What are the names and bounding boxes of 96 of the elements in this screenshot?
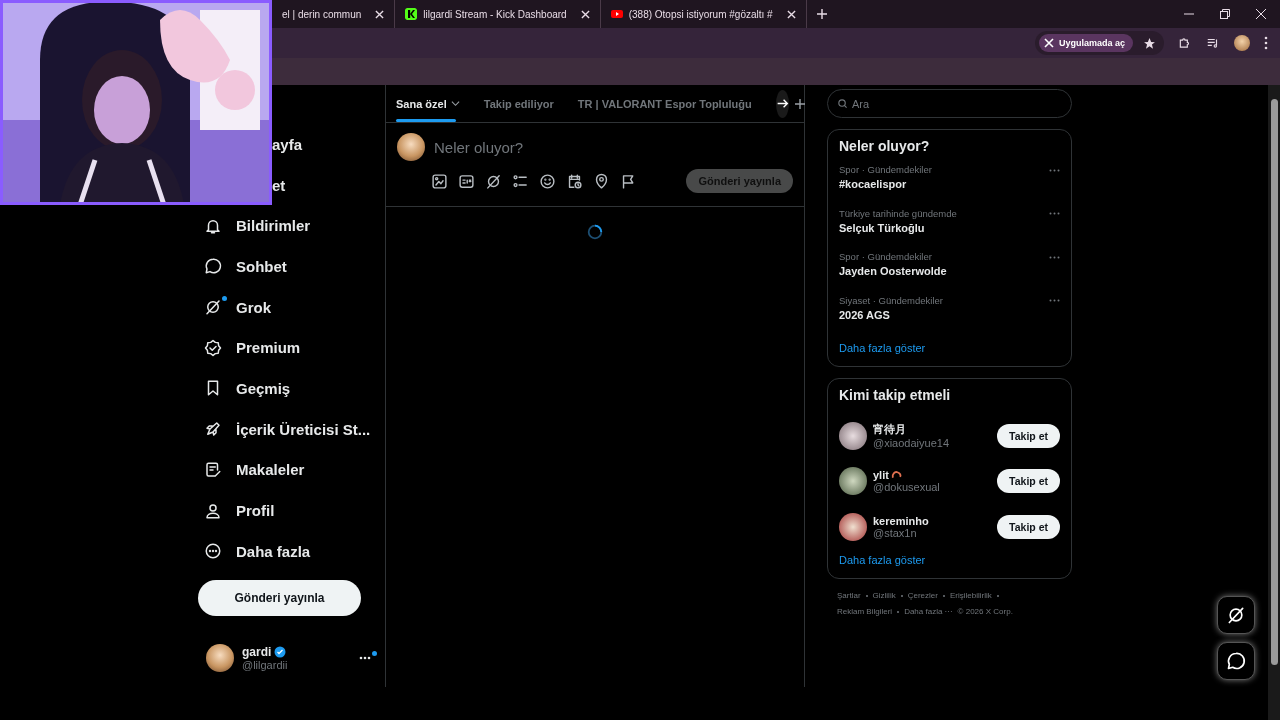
footer-link[interactable]: Gizlilik [872, 590, 903, 600]
footer-link[interactable]: Şartlar [837, 590, 868, 600]
user-name[interactable]: 宵待月 [873, 422, 906, 438]
account-name: gardi [242, 644, 272, 659]
feed-tab[interactable]: TR | VALORANT Espor Topluluğu [577, 85, 764, 122]
star-icon[interactable] [1143, 36, 1156, 50]
gif-icon [458, 172, 475, 190]
follow-button[interactable]: Takip et [997, 514, 1060, 539]
restore-icon[interactable] [1220, 9, 1230, 19]
close-icon[interactable] [580, 9, 590, 19]
nav-item[interactable]: Bildirimler [198, 205, 385, 247]
notification-dot [222, 295, 227, 301]
trend-topic[interactable]: Selçuk Türkoğlu [839, 221, 957, 234]
search-icon [837, 98, 848, 109]
close-icon[interactable] [1256, 9, 1266, 19]
more-icon [359, 655, 371, 660]
grok-button[interactable] [1217, 596, 1255, 634]
avatar [839, 421, 867, 450]
nav-item[interactable]: Grok [198, 286, 385, 328]
user-name[interactable]: kereminho [873, 514, 929, 527]
media-control-icon[interactable] [1206, 36, 1220, 50]
menu-icon[interactable] [1264, 36, 1268, 50]
show-more-link[interactable]: Daha fazla göster [839, 342, 926, 354]
trend-context: Türkiye tarihinde gündemde [839, 207, 957, 219]
nav-item[interactable]: İçerik Üreticisi St... [198, 408, 385, 450]
rocket-icon [204, 420, 222, 439]
feed-tab[interactable]: Sana özel [396, 85, 472, 122]
chevron-down-icon [450, 99, 460, 108]
kick-icon [405, 8, 418, 20]
profile-avatar[interactable] [1234, 35, 1250, 51]
follow-button[interactable]: Takip et [997, 423, 1060, 448]
avatar [397, 133, 425, 161]
scroll-right-button[interactable] [775, 89, 789, 118]
more-circle-icon [204, 542, 222, 561]
badge-check-icon [204, 338, 222, 357]
feed-tab[interactable]: Takip ediliyor [483, 85, 566, 122]
location-pin-icon [593, 172, 610, 190]
avatar [839, 467, 867, 496]
trend-context: Spor · Gündemdekiler [839, 251, 933, 262]
avatar [839, 512, 867, 541]
smiley-icon [539, 172, 556, 190]
nav-item[interactable]: Daha fazla [198, 530, 385, 572]
chat-bubble-icon [204, 257, 222, 276]
slashed-circle-icon [1226, 605, 1246, 625]
user-handle: @xiaodaiyue14 [873, 437, 949, 450]
card-title: Kimi takip etmeli [839, 387, 952, 403]
list-icon [512, 172, 529, 190]
nav-item[interactable]: et [272, 164, 292, 206]
trend-topic[interactable]: 2026 AGS [839, 308, 944, 321]
plus-icon [794, 98, 805, 109]
user-handle: @dokusexual [873, 481, 940, 494]
calendar-clock-icon [566, 172, 583, 190]
x-icon [1042, 37, 1055, 49]
nav-item[interactable]: Profil [198, 490, 385, 531]
post-button[interactable]: Gönderi yayınla [198, 579, 361, 616]
trend-topic[interactable]: #kocaelispor [839, 178, 932, 190]
account-handle: @lilgardii [242, 658, 288, 671]
slashed-circle-icon [485, 172, 502, 190]
close-icon[interactable] [786, 9, 796, 19]
search-field[interactable]: Ara [827, 89, 1072, 118]
user-name[interactable]: ylit [873, 469, 889, 482]
scrollbar[interactable] [1268, 85, 1280, 720]
puzzle-icon[interactable] [1178, 36, 1192, 50]
nav-item[interactable]: Sohbet [198, 246, 385, 287]
footer-link[interactable]: Çerezler [907, 590, 945, 600]
follow-button[interactable]: Takip et [997, 469, 1060, 494]
close-icon[interactable] [375, 9, 385, 19]
document-pen-icon [204, 460, 222, 479]
card-title: Neler oluyor? [839, 138, 931, 154]
trend-topic[interactable]: Jayden Oosterwolde [839, 265, 947, 277]
image-icon [431, 172, 448, 190]
play-icon [610, 8, 623, 20]
more-icon [1049, 168, 1060, 172]
nav-item[interactable]: ayfa [272, 124, 309, 165]
person-icon [204, 501, 222, 520]
trend-context: Siyaset · Gündemdekiler [839, 294, 944, 306]
more-icon [1049, 212, 1060, 215]
trend-context: Spor · Gündemdekiler [839, 164, 932, 175]
footer-link[interactable]: Erişilebilirlik [949, 590, 999, 600]
user-handle: @stax1n [873, 526, 918, 539]
arrow-right-icon [775, 97, 789, 110]
new-tab-icon[interactable] [816, 9, 827, 19]
footer-link[interactable]: Reklam Bilgileri [837, 606, 900, 616]
footer-link[interactable]: Daha fazla ··· [904, 606, 953, 616]
chat-button[interactable] [1217, 642, 1255, 680]
footer-link[interactable]: © 2026 X Corp. [957, 606, 1013, 616]
avatar [206, 643, 234, 672]
more-icon [1049, 255, 1060, 259]
nav-item[interactable]: Geçmiş [198, 368, 385, 409]
nav-item[interactable]: Premium [198, 327, 385, 369]
nav-item[interactable]: Makaleler [198, 449, 385, 491]
more-icon [1049, 299, 1060, 302]
chat-bubble-icon [1226, 651, 1246, 671]
slashed-circle-icon [204, 298, 222, 317]
show-more-link[interactable]: Daha fazla göster [839, 553, 926, 566]
open-in-app-button[interactable]: Uygulamada aç [1038, 34, 1133, 52]
